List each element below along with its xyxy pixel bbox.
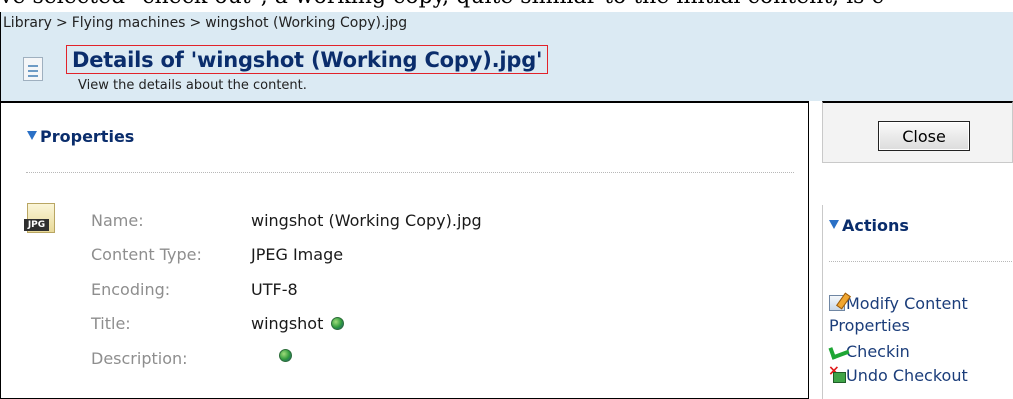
action-undo-checkout[interactable]: Undo Checkout [828,360,968,387]
property-label: Encoding: [91,280,171,299]
details-header: Library > Flying machines > wingshot (Workin… [0,12,1013,101]
action-label: Checkin [846,342,910,361]
title-highlight-box: Details of 'wingshot (Working Copy).jpg' [66,45,549,74]
close-panel: Close [822,101,1013,163]
checkin-icon [829,343,845,359]
property-label: Description: [91,349,188,368]
property-value-title: wingshot [251,314,324,333]
breadcrumb-current: wingshot (Working Copy).jpg [205,15,408,31]
action-label: Modify Content [846,294,968,313]
property-value-name: wingshot (Working Copy).jpg [251,211,482,230]
divider [829,261,1013,262]
page-title: Details of 'wingshot (Working Copy).jpg' [72,47,543,72]
property-row-name: Name: wingshot (Working Copy).jpg [1,211,810,235]
breadcrumb-library[interactable]: Library [3,15,52,31]
breadcrumb-flying-machines[interactable]: Flying machines [72,15,186,31]
action-checkin[interactable]: Checkin [829,341,910,363]
close-button[interactable]: Close [878,121,970,151]
actions-header[interactable]: Actions [829,216,909,235]
actions-panel: Actions Modify Content Properties Checki… [822,205,1013,399]
divider [26,172,794,173]
breadcrumb: Library > Flying machines > wingshot (Workin… [3,15,407,31]
breadcrumb-separator: > [55,15,68,31]
document-details-icon [23,57,43,81]
property-value-encoding: UTF-8 [251,280,298,299]
top-caption-text: ve selected "check out", a working copy,… [0,0,1013,8]
property-value-description-wrap [251,349,292,362]
globe-icon[interactable] [331,317,345,330]
page-subtitle: View the details about the content. [78,78,307,93]
property-value-content-type: JPEG Image [251,245,344,264]
properties-heading: Properties [40,127,135,146]
property-row-content-type: Content Type: JPEG Image [1,245,810,269]
property-label: Content Type: [91,245,202,264]
edit-properties-icon [829,295,845,311]
action-label: Properties [829,316,910,335]
property-label: Name: [91,211,144,230]
breadcrumb-separator: > [189,15,202,31]
collapse-triangle-icon[interactable] [27,131,37,140]
property-row-description: Description: [1,349,810,373]
property-label: Title: [91,314,131,333]
action-label: Undo Checkout [846,366,968,385]
collapse-triangle-icon[interactable] [829,220,839,229]
property-row-encoding: Encoding: UTF-8 [1,280,810,304]
actions-heading: Actions [842,216,909,235]
globe-icon[interactable] [279,349,292,362]
property-row-title: Title: wingshot [1,314,810,338]
properties-header[interactable]: Properties [27,127,134,146]
action-modify-content-properties[interactable]: Modify Content Properties [829,293,968,337]
property-value-title-wrap: wingshot [251,314,345,333]
undo-checkout-icon [828,360,846,383]
properties-panel: Properties JPG Name: wingshot (Working C… [0,101,809,399]
